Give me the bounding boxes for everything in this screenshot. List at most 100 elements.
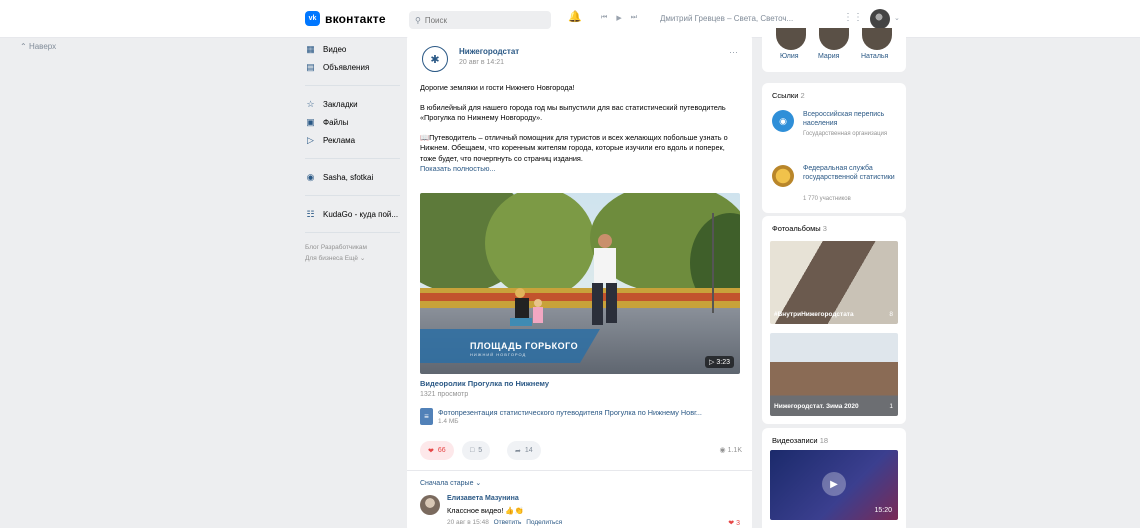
share-button[interactable]: ➦ 14 xyxy=(507,441,541,460)
friends-block: Юлия Мария Наталья xyxy=(762,28,906,72)
comment-author[interactable]: Елизавета Мазунина xyxy=(447,495,519,502)
comment-date[interactable]: 20 авг в 15:48 xyxy=(447,519,489,526)
like-count: 66 xyxy=(437,447,446,454)
left-navigation: ▦ Видео ▤ Объявления ☆ Закладки ▣ Файлы … xyxy=(305,40,405,264)
video-player[interactable]: ПЛОЩАДЬ ГОРЬКОГО НИЖНИЙ НОВГОРОД ▷ 3:23 xyxy=(420,193,740,374)
community-avatar[interactable]: ✱ xyxy=(422,46,448,72)
nav-item-label: Закладки xyxy=(323,99,358,109)
video-icon: ▦ xyxy=(306,43,315,54)
nav-item-community[interactable]: ◉ Sasha, sfotkai xyxy=(305,168,405,186)
nav-item-app[interactable]: ☷ KudaGo - куда пой... xyxy=(305,205,405,223)
video-caption-title: ПЛОЩАДЬ ГОРЬКОГО xyxy=(470,341,579,351)
document-title[interactable]: Фотопрезентация статистического путеводи… xyxy=(438,408,702,417)
commenter-avatar[interactable] xyxy=(420,495,440,515)
post-paragraph: В юбилейный для нашего города год мы вып… xyxy=(420,102,726,123)
census-logo-icon[interactable]: ◉ xyxy=(772,110,794,132)
nav-divider xyxy=(305,158,400,159)
share-icon: ➦ xyxy=(515,447,521,455)
like-button[interactable]: ❤ 66 xyxy=(420,441,454,460)
links-block: Ссылки 2 ◉ Всероссийская перепись населе… xyxy=(762,83,906,213)
post-text: Дорогие земляки и гости Нижнего Новгород… xyxy=(420,83,742,175)
previous-track-icon[interactable]: ⏮ xyxy=(601,14,607,22)
nav-item-files[interactable]: ▣ Файлы xyxy=(305,113,405,131)
friend-name[interactable]: Мария xyxy=(818,53,839,60)
comment-text: Классное видео! 👍👏 xyxy=(447,506,524,515)
share-count: 14 xyxy=(524,447,533,454)
scroll-to-top-button[interactable]: ⌃ Наверх xyxy=(20,42,56,51)
album-title: #ВнутриНижегородстата xyxy=(774,311,854,318)
next-track-icon[interactable]: ⏭ xyxy=(631,14,637,22)
nav-item-label: KudaGo - куда пой... xyxy=(323,209,399,219)
friend-avatar[interactable] xyxy=(862,28,892,50)
play-icon[interactable]: ▶ xyxy=(616,14,621,22)
apps-icon: ☷ xyxy=(306,208,315,219)
search-box[interactable]: ⚲ xyxy=(409,11,551,29)
post-paragraph: Дорогие земляки и гости Нижнего Новгород… xyxy=(420,83,575,92)
nav-item-label: Sasha, sfotkai xyxy=(323,172,374,182)
star-icon: ☆ xyxy=(306,98,315,109)
vk-logo[interactable]: vk вконтакте xyxy=(305,11,386,26)
albums-header[interactable]: Фотоальбомы 3 xyxy=(772,224,827,233)
link-title[interactable]: Федеральная служба государственной стати… xyxy=(803,164,899,182)
post-author[interactable]: Нижегородстат xyxy=(459,47,519,56)
comment-button[interactable]: □ 5 xyxy=(462,441,491,460)
audio-player-controls: ⏮ ▶ ⏭ xyxy=(601,14,637,22)
comment-count: 5 xyxy=(478,447,483,454)
album-cover[interactable]: #ВнутриНижегородстата 8 xyxy=(770,241,898,324)
photo-albums-block: Фотоальбомы 3 #ВнутриНижегородстата 8 Ни… xyxy=(762,216,906,424)
nav-divider xyxy=(305,232,400,233)
album-count: 1 xyxy=(889,403,893,410)
album-cover[interactable]: Нижегородстат. Зима 2020 1 xyxy=(770,333,898,416)
wall-post: ✱ Нижегородстат 20 авг в 14:21 ⋯ Дорогие… xyxy=(407,33,752,528)
friend-name[interactable]: Юлия xyxy=(780,53,799,60)
link-subtitle: 1 770 участников xyxy=(803,196,851,202)
document-icon: ≡ xyxy=(420,408,433,425)
videos-header[interactable]: Видеозаписи 18 xyxy=(772,436,828,445)
more-options-icon[interactable]: ⋯ xyxy=(729,47,738,58)
nav-item-label: Реклама xyxy=(323,135,356,145)
link-title[interactable]: Всероссийская перепись населения xyxy=(803,110,899,128)
footer-links[interactable]: Блог Разработчикам Для бизнеса Ещё ⌄ xyxy=(305,242,405,264)
album-title: Нижегородстат. Зима 2020 xyxy=(774,403,859,410)
friend-avatar[interactable] xyxy=(819,28,849,50)
video-duration: 15:20 xyxy=(874,507,892,514)
vk-logo-icon: vk xyxy=(305,11,320,26)
friend-avatar[interactable] xyxy=(776,28,806,50)
link-subtitle: Государственная организация xyxy=(803,131,888,137)
post-date[interactable]: 20 авг в 14:21 xyxy=(459,59,504,66)
nav-item-bookmarks[interactable]: ☆ Закладки xyxy=(305,95,405,113)
user-avatar[interactable] xyxy=(870,9,890,29)
document-attachment[interactable]: ≡ Фотопрезентация статистического путево… xyxy=(420,408,742,430)
comment-sort-dropdown[interactable]: Сначала старые ⌄ xyxy=(420,479,481,487)
comment-like-button[interactable]: ❤ 3 xyxy=(728,519,740,527)
nav-item-label: Видео xyxy=(323,44,347,54)
heart-icon: ❤ xyxy=(428,447,434,455)
video-thumbnail[interactable]: ▶ 15:20 xyxy=(770,450,898,520)
show-more-link[interactable]: Показать полностью... xyxy=(420,164,742,175)
now-playing-track[interactable]: Дмитрий Гревцев – Света, Светоч... xyxy=(660,14,793,23)
friend-name[interactable]: Наталья xyxy=(861,53,888,60)
search-input[interactable] xyxy=(424,15,535,25)
heart-icon: ❤ xyxy=(728,520,735,527)
video-caption-subtitle: НИЖНИЙ НОВГОРОД xyxy=(470,352,527,357)
comment-meta: 20 авг в 15:48 Ответить Поделиться xyxy=(447,519,562,526)
chevron-down-icon[interactable]: ⌄ xyxy=(894,14,900,22)
ads-icon: ▤ xyxy=(306,61,315,72)
share-comment-link[interactable]: Поделиться xyxy=(526,519,562,526)
coat-of-arms-icon[interactable] xyxy=(772,165,794,187)
links-header[interactable]: Ссылки 2 xyxy=(772,91,805,100)
eye-icon: ◉ xyxy=(719,447,726,454)
reply-link[interactable]: Ответить xyxy=(494,519,522,526)
nav-item-advertising[interactable]: ▷ Реклама xyxy=(305,131,405,149)
views-counter: ◉ 1.1K xyxy=(719,447,742,454)
footer-line[interactable]: Блог Разработчикам xyxy=(305,242,405,253)
videos-block: Видеозаписи 18 ▶ 15:20 xyxy=(762,428,906,528)
video-duration: ▷ 3:23 xyxy=(705,356,734,368)
nav-item-ads[interactable]: ▤ Объявления xyxy=(305,58,405,76)
services-grid-icon[interactable]: ⋮⋮ xyxy=(843,12,863,23)
footer-line[interactable]: Для бизнеса Ещё ⌄ xyxy=(305,253,405,264)
notifications-bell-icon[interactable]: 🔔 xyxy=(568,10,582,23)
comment-icon: □ xyxy=(470,447,475,454)
nav-item-video[interactable]: ▦ Видео xyxy=(305,40,405,58)
video-title[interactable]: Видеоролик Прогулка по Нижнему xyxy=(420,379,549,388)
